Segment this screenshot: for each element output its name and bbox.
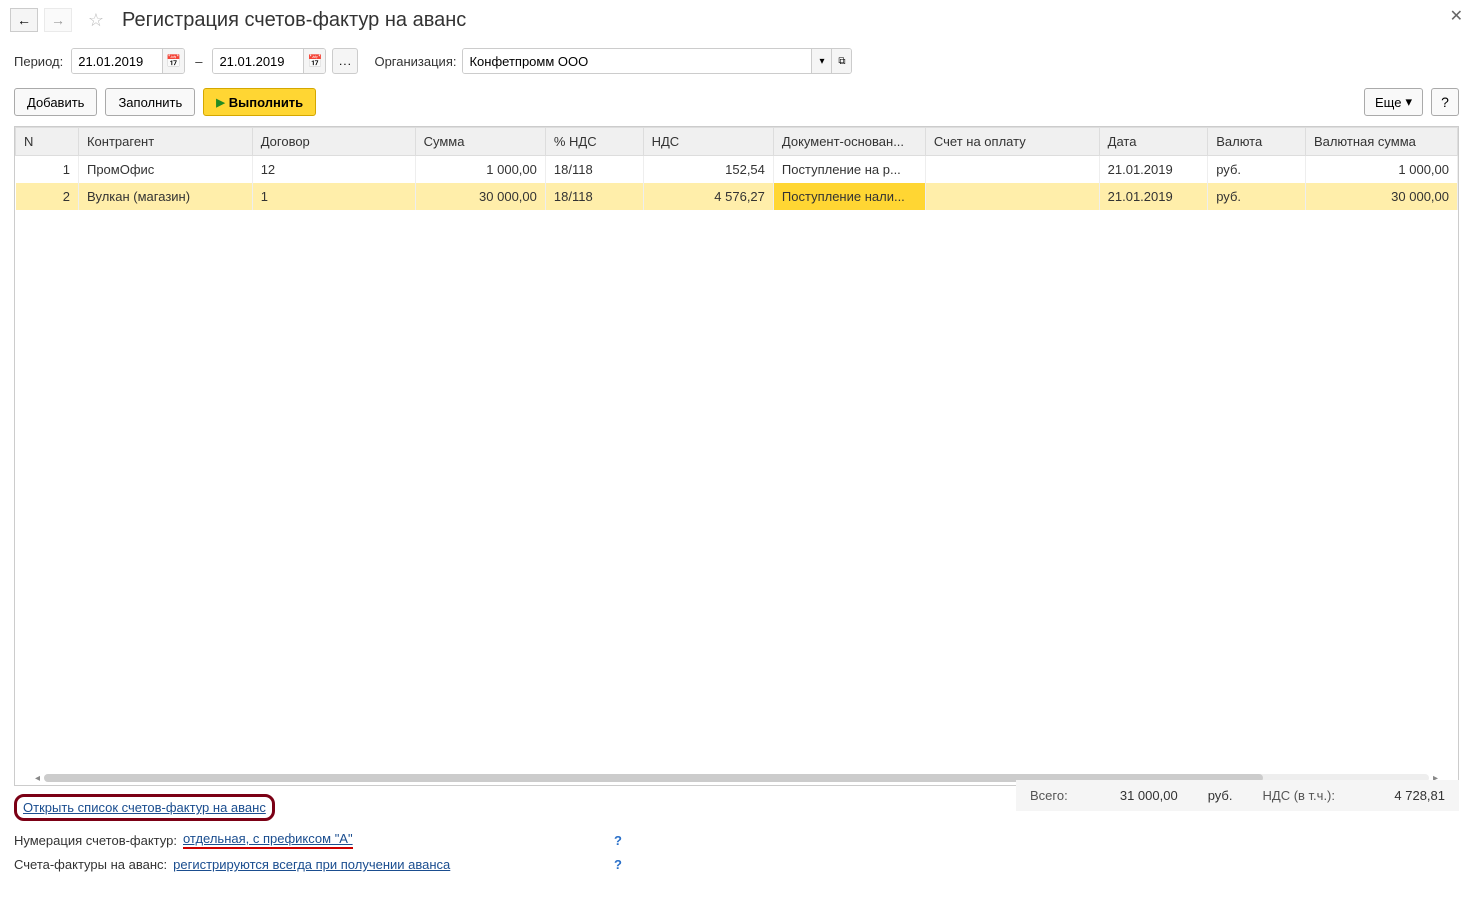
col-dogovor[interactable]: Договор bbox=[252, 128, 415, 156]
nds-label: НДС (в т.ч.): bbox=[1263, 788, 1336, 803]
chevron-down-icon: ▾ bbox=[1405, 94, 1412, 110]
dash: – bbox=[195, 54, 202, 69]
date-from-input[interactable] bbox=[72, 49, 162, 73]
col-basis[interactable]: Документ-основан... bbox=[773, 128, 925, 156]
execute-label: Выполнить bbox=[229, 95, 303, 110]
page-title: Регистрация счетов-фактур на аванс bbox=[122, 9, 466, 32]
open-icon[interactable]: ⧉ bbox=[831, 49, 851, 73]
more-button[interactable]: Еще ▾ bbox=[1364, 88, 1423, 116]
org-input[interactable] bbox=[463, 49, 811, 73]
data-table[interactable]: N Контрагент Договор Сумма % НДС НДС Док… bbox=[14, 126, 1459, 786]
date-to-input[interactable] bbox=[213, 49, 303, 73]
numbering-label: Нумерация счетов-фактур: bbox=[14, 833, 177, 848]
col-cur-sum[interactable]: Валютная сумма bbox=[1305, 128, 1457, 156]
sf-link[interactable]: регистрируются всегда при получении аван… bbox=[173, 857, 450, 872]
open-invoice-list-link[interactable]: Открыть список счетов-фактур на аванс bbox=[23, 800, 266, 815]
more-label: Еще bbox=[1375, 95, 1401, 110]
help-icon[interactable]: ? bbox=[614, 857, 622, 872]
org-label: Организация: bbox=[374, 54, 456, 69]
total-value: 31 000,00 bbox=[1098, 788, 1178, 803]
help-button[interactable]: ? bbox=[1431, 88, 1459, 116]
calendar-icon[interactable]: 📅 bbox=[303, 49, 325, 73]
table-row-selected[interactable]: 2 Вулкан (магазин) 1 30 000,00 18/118 4 … bbox=[16, 183, 1458, 210]
col-schet[interactable]: Счет на оплату bbox=[925, 128, 1099, 156]
col-nds-percent[interactable]: % НДС bbox=[545, 128, 643, 156]
back-button[interactable]: ← bbox=[10, 8, 38, 32]
table-row[interactable]: 1 ПромОфис 12 1 000,00 18/118 152,54 Пос… bbox=[16, 156, 1458, 184]
forward-button[interactable]: → bbox=[44, 8, 72, 32]
add-button[interactable]: Добавить bbox=[14, 88, 97, 116]
total-label: Всего: bbox=[1030, 788, 1068, 803]
dropdown-icon[interactable]: ▾ bbox=[811, 49, 831, 73]
help-icon[interactable]: ? bbox=[614, 833, 622, 848]
summary-bar: Всего: 31 000,00 руб. НДС (в т.ч.): 4 72… bbox=[1016, 780, 1459, 811]
favorite-star-icon[interactable]: ☆ bbox=[84, 8, 108, 32]
fill-button[interactable]: Заполнить bbox=[105, 88, 195, 116]
sf-label: Счета-фактуры на аванс: bbox=[14, 857, 167, 872]
play-icon: ▶ bbox=[216, 96, 224, 109]
col-n[interactable]: N bbox=[16, 128, 79, 156]
highlighted-link-box: Открыть список счетов-фактур на аванс bbox=[14, 794, 275, 821]
numbering-link[interactable]: отдельная, с префиксом "А" bbox=[183, 831, 353, 849]
col-summa[interactable]: Сумма bbox=[415, 128, 545, 156]
scroll-left-icon[interactable]: ◂ bbox=[31, 773, 44, 784]
col-nds[interactable]: НДС bbox=[643, 128, 773, 156]
org-field[interactable]: ▾ ⧉ bbox=[462, 48, 852, 74]
execute-button[interactable]: ▶ Выполнить bbox=[203, 88, 316, 116]
close-icon[interactable]: ✕ bbox=[1450, 6, 1463, 26]
col-currency[interactable]: Валюта bbox=[1208, 128, 1306, 156]
col-date[interactable]: Дата bbox=[1099, 128, 1208, 156]
col-kontragent[interactable]: Контрагент bbox=[78, 128, 252, 156]
period-label: Период: bbox=[14, 54, 63, 69]
date-from-field[interactable]: 📅 bbox=[71, 48, 185, 74]
period-picker-button[interactable]: ... bbox=[332, 48, 358, 74]
date-to-field[interactable]: 📅 bbox=[212, 48, 326, 74]
total-currency: руб. bbox=[1208, 788, 1233, 803]
calendar-icon[interactable]: 📅 bbox=[162, 49, 184, 73]
nds-value: 4 728,81 bbox=[1365, 788, 1445, 803]
